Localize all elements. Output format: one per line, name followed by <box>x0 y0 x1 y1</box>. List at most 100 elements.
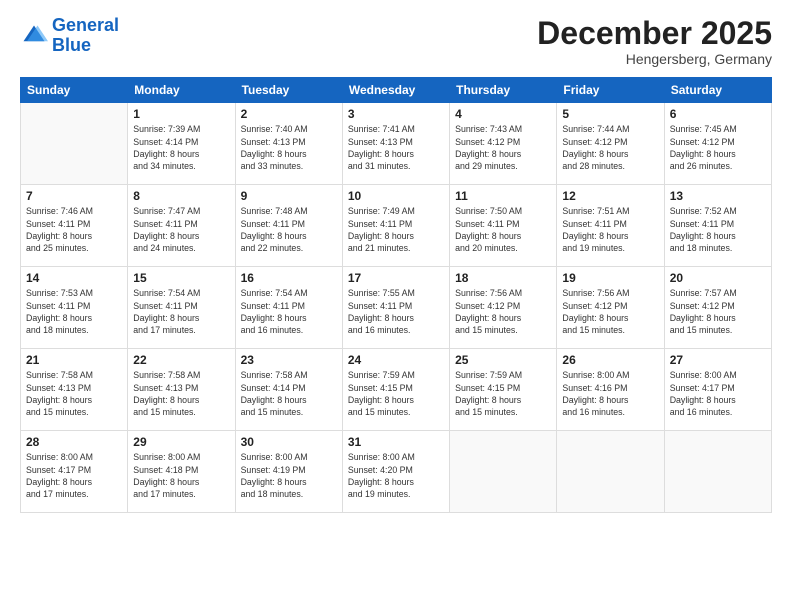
day-info: Sunrise: 7:47 AMSunset: 4:11 PMDaylight:… <box>133 205 229 254</box>
day-number: 16 <box>241 271 337 285</box>
day-number: 1 <box>133 107 229 121</box>
table-cell: 25 Sunrise: 7:59 AMSunset: 4:15 PMDayligh… <box>450 349 557 431</box>
title-block: December 2025 Hengersberg, Germany <box>537 16 772 67</box>
col-monday: Monday <box>128 78 235 103</box>
week-row-5: 28 Sunrise: 8:00 AMSunset: 4:17 PMDayligh… <box>21 431 772 513</box>
table-cell: 21 Sunrise: 7:58 AMSunset: 4:13 PMDayligh… <box>21 349 128 431</box>
col-friday: Friday <box>557 78 664 103</box>
table-cell: 14Sunrise: 7:53 AMSunset: 4:11 PMDayligh… <box>21 267 128 349</box>
table-cell: 18 Sunrise: 7:56 AMSunset: 4:12 PMDayligh… <box>450 267 557 349</box>
day-info: Sunrise: 7:59 AMSunset: 4:15 PMDaylight:… <box>348 369 444 418</box>
day-info: Sunrise: 7:44 AMSunset: 4:12 PMDaylight:… <box>562 123 658 172</box>
day-info: Sunrise: 8:00 AMSunset: 4:17 PMDaylight:… <box>26 451 122 500</box>
day-number: 13 <box>670 189 766 203</box>
table-cell: 7Sunrise: 7:46 AMSunset: 4:11 PMDaylight… <box>21 185 128 267</box>
day-info: Sunrise: 7:54 AMSunset: 4:11 PMDaylight:… <box>241 287 337 336</box>
day-number: 4 <box>455 107 551 121</box>
table-cell: 30Sunrise: 8:00 AMSunset: 4:19 PMDayligh… <box>235 431 342 513</box>
day-info: Sunrise: 8:00 AMSunset: 4:19 PMDaylight:… <box>241 451 337 500</box>
col-tuesday: Tuesday <box>235 78 342 103</box>
day-number: 15 <box>133 271 229 285</box>
day-number: 25 <box>455 353 551 367</box>
col-saturday: Saturday <box>664 78 771 103</box>
table-cell: 3Sunrise: 7:41 AMSunset: 4:13 PMDaylight… <box>342 103 449 185</box>
day-number: 27 <box>670 353 766 367</box>
day-number: 12 <box>562 189 658 203</box>
day-number: 8 <box>133 189 229 203</box>
logo-text: General Blue <box>52 16 119 56</box>
table-cell <box>21 103 128 185</box>
table-cell: 16 Sunrise: 7:54 AMSunset: 4:11 PMDayligh… <box>235 267 342 349</box>
week-row-4: 21 Sunrise: 7:58 AMSunset: 4:13 PMDayligh… <box>21 349 772 431</box>
day-number: 20 <box>670 271 766 285</box>
day-number: 22 <box>133 353 229 367</box>
day-info: Sunrise: 7:48 AMSunset: 4:11 PMDaylight:… <box>241 205 337 254</box>
day-number: 11 <box>455 189 551 203</box>
week-row-2: 7Sunrise: 7:46 AMSunset: 4:11 PMDaylight… <box>21 185 772 267</box>
table-cell: 9 Sunrise: 7:48 AMSunset: 4:11 PMDaylight… <box>235 185 342 267</box>
day-info: Sunrise: 7:50 AMSunset: 4:11 PMDaylight:… <box>455 205 551 254</box>
table-cell: 2Sunrise: 7:40 AMSunset: 4:13 PMDaylight… <box>235 103 342 185</box>
day-number: 21 <box>26 353 122 367</box>
location-subtitle: Hengersberg, Germany <box>537 51 772 67</box>
day-info: Sunrise: 7:58 AMSunset: 4:13 PMDaylight:… <box>26 369 122 418</box>
day-number: 24 <box>348 353 444 367</box>
day-info: Sunrise: 7:55 AMSunset: 4:11 PMDaylight:… <box>348 287 444 336</box>
day-info: Sunrise: 7:59 AMSunset: 4:15 PMDaylight:… <box>455 369 551 418</box>
day-number: 31 <box>348 435 444 449</box>
table-cell: 10Sunrise: 7:49 AMSunset: 4:11 PMDayligh… <box>342 185 449 267</box>
table-cell: 5 Sunrise: 7:44 AMSunset: 4:12 PMDaylight… <box>557 103 664 185</box>
day-info: Sunrise: 7:54 AMSunset: 4:11 PMDaylight:… <box>133 287 229 336</box>
table-cell: 27Sunrise: 8:00 AMSunset: 4:17 PMDayligh… <box>664 349 771 431</box>
day-info: Sunrise: 7:43 AMSunset: 4:12 PMDaylight:… <box>455 123 551 172</box>
day-number: 26 <box>562 353 658 367</box>
table-cell: 6 Sunrise: 7:45 AMSunset: 4:12 PMDaylight… <box>664 103 771 185</box>
day-info: Sunrise: 7:49 AMSunset: 4:11 PMDaylight:… <box>348 205 444 254</box>
month-title: December 2025 <box>537 16 772 51</box>
day-number: 9 <box>241 189 337 203</box>
day-number: 5 <box>562 107 658 121</box>
day-number: 28 <box>26 435 122 449</box>
header: General Blue December 2025 Hengersberg, … <box>20 16 772 67</box>
table-cell: 24 Sunrise: 7:59 AMSunset: 4:15 PMDayligh… <box>342 349 449 431</box>
day-number: 18 <box>455 271 551 285</box>
table-cell: 28 Sunrise: 8:00 AMSunset: 4:17 PMDayligh… <box>21 431 128 513</box>
table-cell: 1Sunrise: 7:39 AMSunset: 4:14 PMDaylight… <box>128 103 235 185</box>
day-info: Sunrise: 7:52 AMSunset: 4:11 PMDaylight:… <box>670 205 766 254</box>
day-number: 19 <box>562 271 658 285</box>
day-number: 17 <box>348 271 444 285</box>
table-cell: 13 Sunrise: 7:52 AMSunset: 4:11 PMDayligh… <box>664 185 771 267</box>
day-info: Sunrise: 8:00 AMSunset: 4:16 PMDaylight:… <box>562 369 658 418</box>
week-row-1: 1Sunrise: 7:39 AMSunset: 4:14 PMDaylight… <box>21 103 772 185</box>
day-info: Sunrise: 8:00 AMSunset: 4:18 PMDaylight:… <box>133 451 229 500</box>
table-cell: 15 Sunrise: 7:54 AMSunset: 4:11 PMDayligh… <box>128 267 235 349</box>
table-cell: 22Sunrise: 7:58 AMSunset: 4:13 PMDayligh… <box>128 349 235 431</box>
calendar-table: Sunday Monday Tuesday Wednesday Thursday… <box>20 77 772 513</box>
day-info: Sunrise: 7:58 AMSunset: 4:14 PMDaylight:… <box>241 369 337 418</box>
day-number: 3 <box>348 107 444 121</box>
day-number: 6 <box>670 107 766 121</box>
table-cell: 29Sunrise: 8:00 AMSunset: 4:18 PMDayligh… <box>128 431 235 513</box>
day-info: Sunrise: 7:56 AMSunset: 4:12 PMDaylight:… <box>562 287 658 336</box>
logo-icon <box>20 22 48 50</box>
day-info: Sunrise: 7:53 AMSunset: 4:11 PMDaylight:… <box>26 287 122 336</box>
day-info: Sunrise: 8:00 AMSunset: 4:20 PMDaylight:… <box>348 451 444 500</box>
table-cell <box>450 431 557 513</box>
week-row-3: 14Sunrise: 7:53 AMSunset: 4:11 PMDayligh… <box>21 267 772 349</box>
table-cell <box>557 431 664 513</box>
day-info: Sunrise: 7:56 AMSunset: 4:12 PMDaylight:… <box>455 287 551 336</box>
table-cell: 8 Sunrise: 7:47 AMSunset: 4:11 PMDaylight… <box>128 185 235 267</box>
logo: General Blue <box>20 16 119 56</box>
table-cell: 12Sunrise: 7:51 AMSunset: 4:11 PMDayligh… <box>557 185 664 267</box>
day-number: 7 <box>26 189 122 203</box>
day-info: Sunrise: 7:45 AMSunset: 4:12 PMDaylight:… <box>670 123 766 172</box>
table-cell: 23Sunrise: 7:58 AMSunset: 4:14 PMDayligh… <box>235 349 342 431</box>
col-sunday: Sunday <box>21 78 128 103</box>
table-cell: 26 Sunrise: 8:00 AMSunset: 4:16 PMDayligh… <box>557 349 664 431</box>
table-cell <box>664 431 771 513</box>
table-cell: 20Sunrise: 7:57 AMSunset: 4:12 PMDayligh… <box>664 267 771 349</box>
header-row: Sunday Monday Tuesday Wednesday Thursday… <box>21 78 772 103</box>
table-cell: 19 Sunrise: 7:56 AMSunset: 4:12 PMDayligh… <box>557 267 664 349</box>
col-thursday: Thursday <box>450 78 557 103</box>
table-cell: 11 Sunrise: 7:50 AMSunset: 4:11 PMDayligh… <box>450 185 557 267</box>
